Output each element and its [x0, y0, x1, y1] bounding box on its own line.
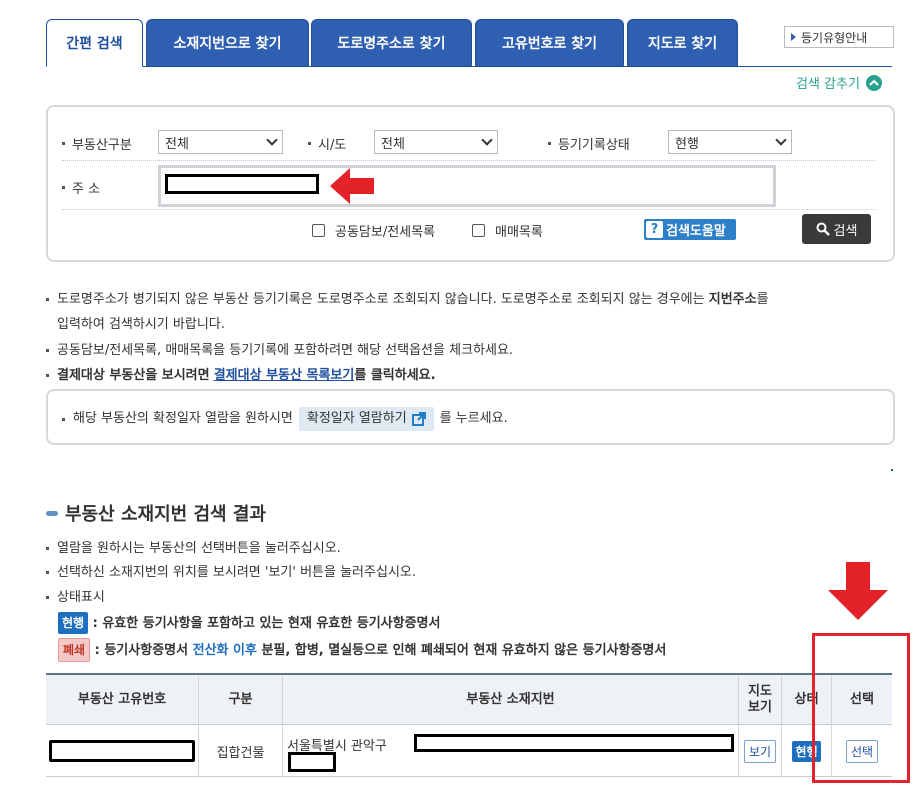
- status-closed-badge: 폐쇄: [58, 638, 91, 662]
- select-column-highlight: [812, 633, 910, 783]
- search-icon: [816, 222, 830, 236]
- header-type: 구분: [199, 675, 283, 725]
- cell-unique-number: [46, 725, 199, 777]
- header-map-view: 지도 보기: [739, 675, 782, 725]
- property-type-label: 부동산구분: [62, 134, 132, 153]
- dot-marker: [891, 469, 893, 471]
- city-label: 시/도: [308, 134, 346, 153]
- sale-list-option[interactable]: 매매목록: [472, 221, 543, 240]
- sale-list-checkbox[interactable]: [472, 224, 485, 237]
- joint-collateral-option[interactable]: 공동담보/전세목록: [312, 221, 435, 240]
- note-options: 공동담보/전세목록, 매매목록을 등기기록에 포함하려면 해당 선택옵션을 체크…: [46, 341, 513, 361]
- joint-collateral-checkbox[interactable]: [312, 224, 325, 237]
- address-label: 주 소: [62, 178, 100, 197]
- external-link-icon: [411, 412, 426, 426]
- result-title: 부동산 소재지번 검색 결과: [46, 500, 266, 526]
- status-current-legend: 현행 : 유효한 등기사항을 포함하고 있는 현재 유효한 등기사항증명서: [58, 612, 440, 634]
- result-note-status: 상태표시: [46, 588, 105, 608]
- red-arrow-left-icon: [330, 168, 374, 204]
- result-table: 부동산 고유번호 구분 부동산 소재지번 지도 보기 상태 선택 집합건물 서울…: [46, 673, 892, 777]
- cell-map-view: 보기: [739, 725, 782, 777]
- city-select[interactable]: 전체: [374, 130, 498, 154]
- confirmed-date-view-button[interactable]: 확정일자 열람하기: [298, 407, 434, 431]
- divider: [62, 209, 876, 210]
- tab-lot-number-search[interactable]: 소재지번으로 찾기: [146, 19, 309, 66]
- status-current-badge: 현행: [58, 612, 89, 634]
- chevron-up-icon: [865, 74, 882, 91]
- search-help-button[interactable]: ? 검색도움말: [644, 219, 736, 240]
- note-road-address: 도로명주소가 병기되지 않은 부동산 등기기록은 도로명주소로 조회되지 않습니…: [46, 290, 896, 310]
- play-icon: [791, 33, 796, 41]
- header-unique-number: 부동산 고유번호: [46, 675, 199, 725]
- tab-unique-number-search[interactable]: 고유번호로 찾기: [475, 19, 624, 66]
- map-view-button[interactable]: 보기: [743, 739, 777, 763]
- hide-search-toggle[interactable]: 검색 감추기: [796, 73, 882, 92]
- red-arrow-down-icon: [828, 562, 888, 620]
- property-type-select[interactable]: 전체: [158, 130, 283, 154]
- record-status-label: 등기기록상태: [548, 134, 630, 153]
- note-road-address-cont: 입력하여 검색하시기 바랍니다.: [57, 317, 225, 332]
- result-note-view: 선택하신 소재지번의 위치를 보시려면 '보기' 버튼을 눌러주십시오.: [46, 563, 416, 583]
- chevron-down-icon: [775, 134, 787, 146]
- redacted-unique-number: [49, 740, 195, 762]
- registry-type-guide-button[interactable]: 등기유형안내: [784, 26, 894, 48]
- redacted-address-detail: [414, 734, 734, 752]
- search-button[interactable]: 검색: [802, 214, 871, 244]
- tab-road-address-search[interactable]: 도로명주소로 찾기: [311, 19, 472, 66]
- header-address: 부동산 소재지번: [283, 675, 739, 725]
- divider: [62, 160, 876, 161]
- redacted-address-detail-2: [288, 752, 336, 772]
- payment-list-link[interactable]: 결제대상 부동산 목록보기: [214, 368, 355, 383]
- cell-type: 집합건물: [199, 725, 283, 777]
- record-status-select[interactable]: 현행: [668, 130, 792, 154]
- redacted-address-value: [165, 174, 319, 194]
- tab-map-search[interactable]: 지도로 찾기: [627, 19, 738, 66]
- tabs-underline: [46, 66, 892, 67]
- result-note-select: 열람을 원하시는 부동산의 선택버튼을 눌러주십시오.: [46, 539, 341, 559]
- note-payment: 결제대상 부동산을 보시려면 결제대상 부동산 목록보기를 클릭하세요.: [46, 366, 436, 386]
- chevron-down-icon: [266, 134, 278, 146]
- confirmed-date-note: 해당 부동산의 확정일자 열람을 원하시면 확정일자 열람하기 를 누르세요.: [62, 407, 508, 431]
- tab-simple-search[interactable]: 간편 검색: [46, 19, 143, 67]
- chevron-down-icon: [481, 134, 493, 146]
- question-icon: ?: [646, 221, 663, 238]
- status-closed-legend: 폐쇄 : 등기사항증명서 전산화 이후 분필, 합병, 멸실등으로 인해 폐쇄되…: [58, 638, 666, 662]
